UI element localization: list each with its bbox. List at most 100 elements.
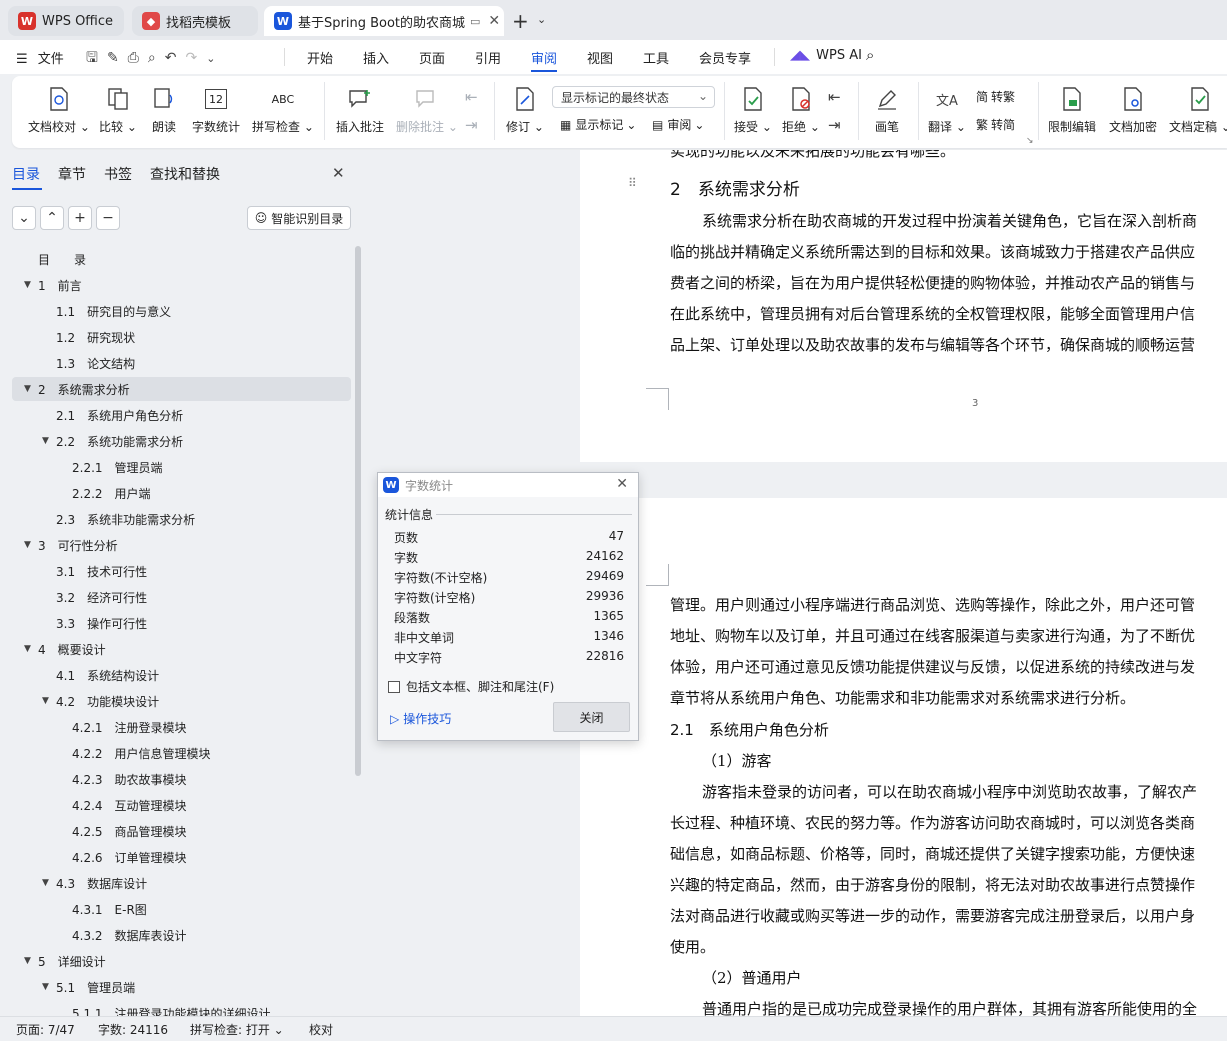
revise-button[interactable]: 修订 ⌄ bbox=[506, 86, 544, 135]
smart-toc-button[interactable]: ☺ 智能识别目录 bbox=[247, 206, 351, 230]
undo-icon[interactable]: ↶ bbox=[165, 50, 186, 66]
brush-icon[interactable]: ✎ bbox=[107, 50, 128, 66]
quick-access-toolbar[interactable]: 🖫✎⎙⌕↶↷⌄ bbox=[86, 47, 224, 71]
toc-item[interactable]: ▼ 5.1 管理员端 bbox=[0, 975, 352, 999]
tab-toc[interactable]: 目录 bbox=[12, 164, 40, 184]
remove-heading-icon[interactable]: − bbox=[96, 206, 120, 230]
tab-document[interactable]: W 基于Spring Boot的助农商城 ▭ ✕ bbox=[264, 6, 504, 36]
delete-comment-button[interactable]: 删除批注 ⌄ bbox=[396, 86, 458, 135]
expand-up-icon[interactable]: ⌃ bbox=[40, 206, 64, 230]
close-icon[interactable]: ✕ bbox=[488, 13, 500, 29]
new-tab-icon[interactable]: + bbox=[512, 9, 529, 33]
proofread-button[interactable]: 文档校对 ⌄ bbox=[28, 86, 90, 135]
save-icon[interactable]: 🖫 bbox=[86, 50, 107, 66]
review-pane-button[interactable]: ▤ 审阅 ⌄ bbox=[652, 116, 704, 133]
next-comment-icon[interactable]: ⇥ bbox=[465, 116, 478, 134]
toc-scrollbar[interactable] bbox=[355, 246, 361, 776]
menu-page[interactable]: 页面 bbox=[419, 48, 445, 67]
toc-item[interactable]: 3.1 技术可行性 bbox=[0, 559, 352, 583]
toc-item[interactable]: 4.2.6 订单管理模块 bbox=[0, 845, 352, 869]
dialog-title-bar[interactable]: W 字数统计 ✕ bbox=[378, 473, 638, 497]
menu-view[interactable]: 视图 bbox=[587, 48, 613, 67]
menu-reference[interactable]: 引用 bbox=[475, 48, 501, 67]
toc-expand-icon[interactable]: ▼ bbox=[42, 878, 49, 888]
tab-wps-office[interactable]: W WPS Office bbox=[8, 6, 124, 36]
toc-item[interactable]: 2.3 系统非功能需求分析 bbox=[0, 507, 352, 531]
toc-item[interactable]: ▼ 4 概要设计 bbox=[0, 637, 352, 661]
redo-icon[interactable]: ↷ bbox=[185, 50, 206, 66]
close-icon[interactable]: ✕ bbox=[332, 164, 345, 182]
print-icon[interactable]: ⎙ bbox=[128, 50, 148, 66]
pen-button[interactable]: 画笔 bbox=[874, 86, 900, 135]
checkbox-box[interactable] bbox=[388, 680, 400, 693]
toc-item[interactable]: 4.2.4 互动管理模块 bbox=[0, 793, 352, 817]
toc-item[interactable]: 2.2.1 管理员端 bbox=[0, 455, 352, 479]
print-preview-icon[interactable]: ⌕ bbox=[148, 50, 165, 66]
tips-link[interactable]: ▷ 操作技巧 bbox=[390, 710, 451, 727]
toc-item[interactable]: 4.3.2 数据库表设计 bbox=[0, 923, 352, 947]
status-word-count[interactable]: 字数: 24116 bbox=[98, 1021, 168, 1038]
next-change-icon[interactable]: ⇥ bbox=[828, 116, 841, 134]
toc-item[interactable]: 4.2.5 商品管理模块 bbox=[0, 819, 352, 843]
toc-item[interactable]: ▼ 2.2 系统功能需求分析 bbox=[0, 429, 352, 453]
include-textbox-checkbox[interactable]: 包括文本框、脚注和尾注(F) bbox=[388, 678, 554, 695]
toc-expand-icon[interactable]: ▼ bbox=[24, 956, 31, 966]
wps-ai-button[interactable]: ◢◣ WPS AI bbox=[790, 48, 862, 63]
more-icon[interactable]: ⌄ bbox=[206, 52, 224, 65]
drag-handle-icon[interactable]: ⠿ bbox=[628, 176, 637, 190]
toc-item[interactable]: 5.1.1 注册登录功能模块的详细设计 bbox=[0, 1001, 352, 1017]
tab-chapters[interactable]: 章节 bbox=[58, 164, 86, 184]
toc-expand-icon[interactable]: ▼ bbox=[24, 540, 31, 550]
menu-insert[interactable]: 插入 bbox=[363, 48, 389, 67]
screen-icon[interactable]: ▭ bbox=[470, 15, 480, 28]
toc-item[interactable]: 2.2.2 用户端 bbox=[0, 481, 352, 505]
tab-find-replace[interactable]: 查找和替换 bbox=[150, 164, 220, 184]
toc-item[interactable]: 1.3 论文结构 bbox=[0, 351, 352, 375]
accept-button[interactable]: 接受 ⌄ bbox=[734, 86, 772, 135]
restrict-edit-button[interactable]: 限制编辑 bbox=[1048, 86, 1096, 135]
encrypt-button[interactable]: 文档加密 bbox=[1109, 86, 1157, 135]
show-markup-button[interactable]: ▦ 显示标记 ⌄ bbox=[560, 116, 636, 133]
translate-button[interactable]: 文A 翻译 ⌄ bbox=[928, 86, 966, 135]
menu-start[interactable]: 开始 bbox=[307, 48, 333, 67]
add-heading-icon[interactable]: + bbox=[68, 206, 92, 230]
toc-item[interactable]: ▼ 4.3 数据库设计 bbox=[0, 871, 352, 895]
toc-item[interactable]: 4.3.1 E-R图 bbox=[0, 897, 352, 921]
toc-item[interactable]: 4.2.2 用户信息管理模块 bbox=[0, 741, 352, 765]
toc-item[interactable]: 1.1 研究目的与意义 bbox=[0, 299, 352, 323]
collapse-icon[interactable]: ⌄ bbox=[12, 206, 36, 230]
toc-item[interactable]: 目 录 bbox=[0, 247, 352, 271]
toc-expand-icon[interactable]: ▼ bbox=[24, 384, 31, 394]
read-aloud-button[interactable]: 朗读 bbox=[151, 86, 177, 135]
toc-item[interactable]: ▼ 3 可行性分析 bbox=[0, 533, 352, 557]
status-spell-check[interactable]: 拼写检查: 打开 ⌄ bbox=[190, 1021, 284, 1038]
status-page[interactable]: 页面: 7/47 bbox=[16, 1021, 75, 1038]
compare-button[interactable]: 比较 ⌄ bbox=[99, 86, 137, 135]
search-icon[interactable]: ⌕ bbox=[866, 46, 874, 64]
toc-item[interactable]: ▼ 4.2 功能模块设计 bbox=[0, 689, 352, 713]
expand-group-icon[interactable]: ↘ bbox=[1026, 136, 1034, 146]
menu-member[interactable]: 会员专享 bbox=[699, 48, 751, 67]
toc-expand-icon[interactable]: ▼ bbox=[42, 436, 49, 446]
menu-review[interactable]: 审阅 bbox=[531, 48, 557, 67]
toc-item[interactable]: 3.2 经济可行性 bbox=[0, 585, 352, 609]
tab-bookmarks[interactable]: 书签 bbox=[104, 164, 132, 184]
prev-comment-icon[interactable]: ⇤ bbox=[465, 88, 478, 106]
toc-expand-icon[interactable]: ▼ bbox=[42, 982, 49, 992]
toc-item[interactable]: ▼ 1 前言 bbox=[0, 273, 352, 297]
finalize-button[interactable]: 文档定稿 ⌄ bbox=[1169, 86, 1227, 135]
status-proofread[interactable]: 校对 bbox=[309, 1021, 333, 1038]
menu-tools[interactable]: 工具 bbox=[643, 48, 669, 67]
toc-item[interactable]: 3.3 操作可行性 bbox=[0, 611, 352, 635]
toc-item[interactable]: ▼ 2 系统需求分析 bbox=[12, 377, 351, 401]
toc-item[interactable]: ▼ 5 详细设计 bbox=[0, 949, 352, 973]
toc-item[interactable]: 4.2.1 注册登录模块 bbox=[0, 715, 352, 739]
markup-state-select[interactable]: 显示标记的最终状态 ⌄ bbox=[552, 86, 715, 108]
to-traditional-button[interactable]: 简 转繁 bbox=[976, 88, 1015, 105]
close-icon[interactable]: ✕ bbox=[616, 476, 628, 492]
prev-change-icon[interactable]: ⇤ bbox=[828, 88, 841, 106]
spell-check-button[interactable]: ABC 拼写检查 ⌄ bbox=[252, 86, 314, 135]
file-menu[interactable]: ☰ 文件 bbox=[16, 48, 64, 67]
toc-expand-icon[interactable]: ▼ bbox=[24, 644, 31, 654]
toc-item[interactable]: 1.2 研究现状 bbox=[0, 325, 352, 349]
